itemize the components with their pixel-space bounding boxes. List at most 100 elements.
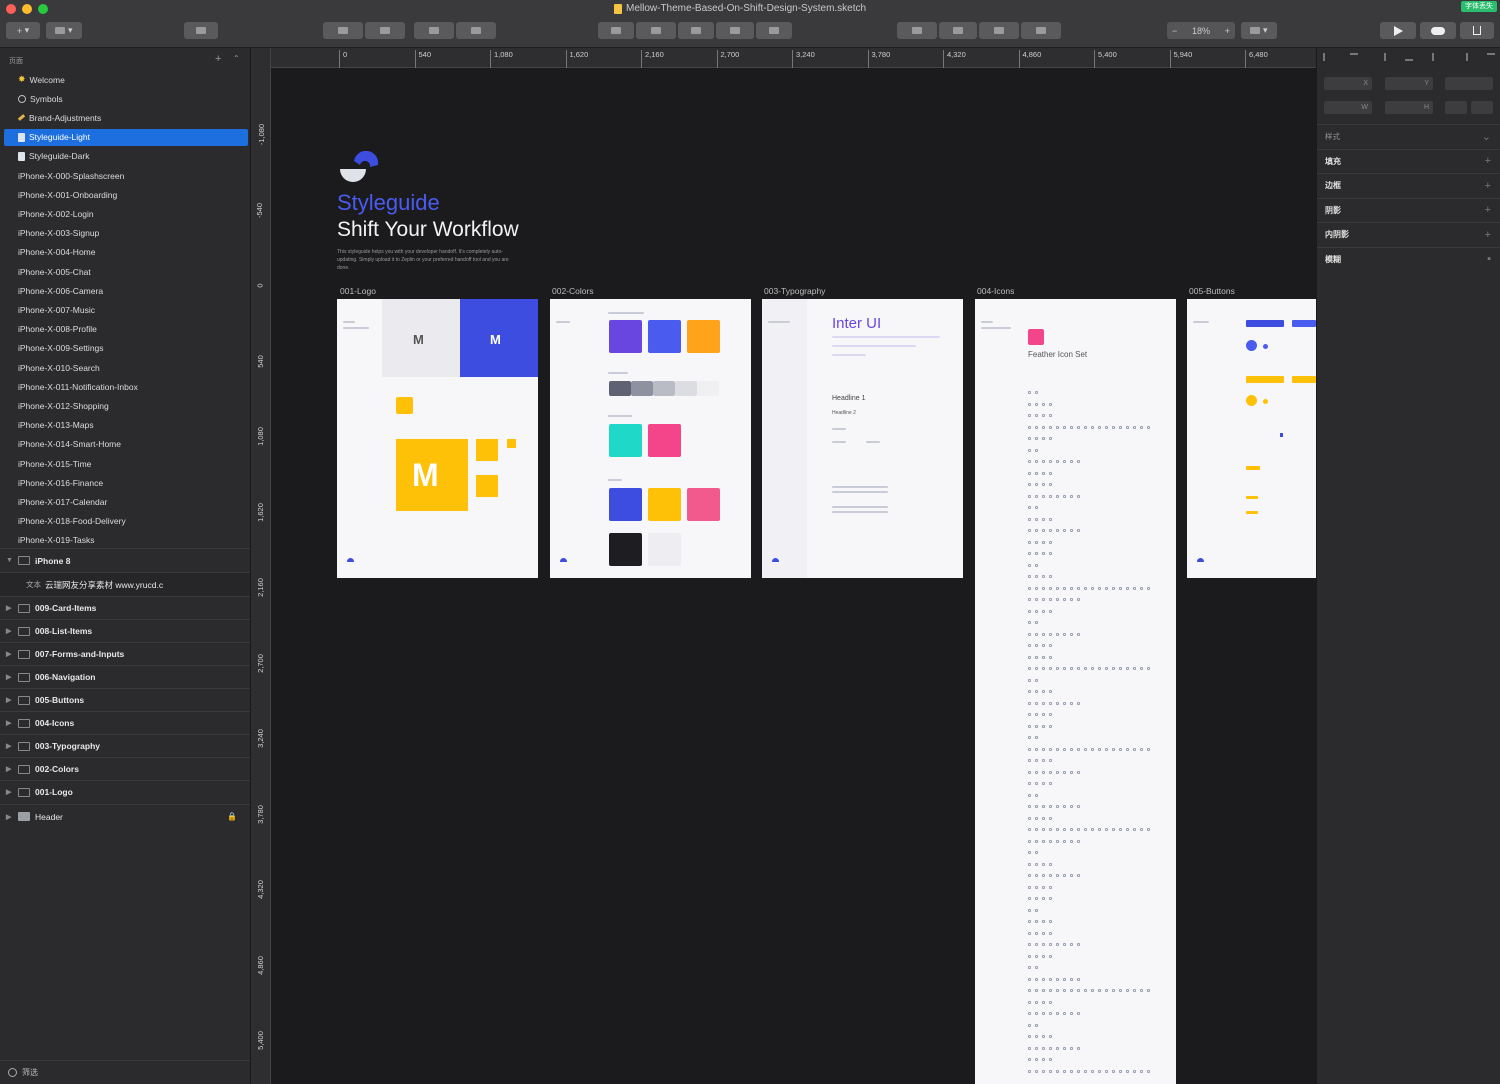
- swatch-purple[interactable]: [609, 320, 642, 353]
- page-item[interactable]: iPhone-X-009-Settings: [4, 340, 248, 357]
- fab-button-sample[interactable]: [1246, 340, 1257, 351]
- add-icon[interactable]: +: [1485, 155, 1491, 167]
- inspector-section[interactable]: 阴影 +: [1317, 197, 1500, 222]
- align-middle-icon[interactable]: [1432, 53, 1440, 61]
- artboard-label-logo[interactable]: 001-Logo: [340, 286, 376, 296]
- maximize-window-button[interactable]: [38, 4, 48, 14]
- layer-group-iphone-8[interactable]: ▼ iPhone 8: [0, 548, 250, 572]
- page-item[interactable]: iPhone-X-018-Food-Delivery: [4, 513, 248, 530]
- page-item[interactable]: Symbols: [4, 90, 248, 107]
- artboard-label-icons[interactable]: 004-Icons: [977, 286, 1014, 296]
- page-item[interactable]: iPhone-X-006-Camera: [4, 282, 248, 299]
- cloud-button[interactable]: [1420, 22, 1456, 39]
- align-top-icon[interactable]: [1404, 53, 1413, 61]
- transform-button[interactable]: [456, 22, 496, 39]
- flip-vertical-button[interactable]: [1471, 101, 1493, 114]
- group-button[interactable]: [323, 22, 363, 39]
- swatch-orange[interactable]: [687, 320, 720, 353]
- layer-artboard[interactable]: ▶ 003-Typography: [0, 734, 250, 757]
- artboard-label-buttons[interactable]: 005-Buttons: [1189, 286, 1235, 296]
- layer-artboard[interactable]: ▶ 002-Colors: [0, 757, 250, 780]
- swatch-teal[interactable]: [609, 424, 642, 457]
- page-item[interactable]: Brand-Adjustments: [4, 109, 248, 126]
- filter-bar[interactable]: 筛选: [0, 1060, 250, 1084]
- vertical-ruler[interactable]: -1,080 -540 0 540 1,080 1,620 2,160 2,700 3,240 3…: [251, 48, 271, 1084]
- layer-artboard[interactable]: ▶ 001-Logo: [0, 780, 250, 803]
- inspector-section[interactable]: 边框 +: [1317, 173, 1500, 197]
- subtract-button[interactable]: [939, 22, 977, 39]
- flatten-button[interactable]: [636, 22, 676, 39]
- export-button[interactable]: [1460, 22, 1494, 39]
- page-item[interactable]: ✸ Welcome: [4, 71, 248, 88]
- page-item[interactable]: iPhone-X-000-Splashscreen: [4, 167, 248, 184]
- gradient-yellow[interactable]: [648, 488, 681, 521]
- minimize-window-button[interactable]: [22, 4, 32, 14]
- layer-text-item[interactable]: 文本 云瑞网友分享素材 www.yrucd.c: [0, 572, 250, 596]
- page-item[interactable]: iPhone-X-007-Music: [4, 301, 248, 318]
- inspector-section[interactable]: 样式 ⌄: [1317, 124, 1500, 148]
- ungroup-button[interactable]: [365, 22, 405, 39]
- vector-button[interactable]: [756, 22, 792, 39]
- artboard-buttons[interactable]: [1187, 299, 1316, 578]
- artboard-label-colors[interactable]: 002-Colors: [552, 286, 594, 296]
- page-item[interactable]: Styleguide-Light: [4, 128, 248, 146]
- page-item[interactable]: iPhone-X-003-Signup: [4, 225, 248, 242]
- primary-button-sample[interactable]: [1246, 320, 1284, 327]
- y-field[interactable]: Y: [1385, 77, 1433, 90]
- mask-button[interactable]: [678, 22, 714, 39]
- forward-button[interactable]: [184, 22, 218, 39]
- create-symbol-button[interactable]: ▾: [46, 22, 82, 39]
- disclosure-open-icon[interactable]: ▼: [6, 557, 16, 564]
- layer-artboard[interactable]: ▶ 005-Buttons: [0, 688, 250, 711]
- add-page-button[interactable]: +: [215, 53, 221, 65]
- lock-icon[interactable]: 🔒: [227, 812, 237, 821]
- page-item[interactable]: iPhone-X-011-Notification-Inbox: [4, 378, 248, 395]
- horizontal-ruler[interactable]: 0 540 1,080 1,620 2,160 2,700 3,240 3,780 4,320 4…: [271, 48, 1316, 68]
- disclosure-closed-icon[interactable]: ▶: [6, 765, 16, 773]
- inspector-section[interactable]: 填充 +: [1317, 148, 1500, 173]
- page-item[interactable]: iPhone-X-013-Maps: [4, 417, 248, 434]
- layer-artboard[interactable]: ▶ 008-List-Items: [0, 619, 250, 642]
- missing-fonts-badge[interactable]: 字体丢失: [1461, 1, 1497, 12]
- align-center-icon[interactable]: [1350, 53, 1359, 61]
- zoom-in-button[interactable]: +: [1225, 26, 1230, 36]
- layer-artboard[interactable]: ▶ 007-Forms-and-Inputs: [0, 642, 250, 665]
- add-icon[interactable]: +: [1485, 180, 1491, 192]
- artboard-colors[interactable]: [550, 299, 751, 578]
- add-icon[interactable]: +: [1485, 229, 1491, 241]
- inspector-section[interactable]: 模糊 ▪: [1317, 246, 1500, 271]
- inspector-section[interactable]: 内阴影 +: [1317, 222, 1500, 246]
- artboard-label-typography[interactable]: 003-Typography: [764, 286, 825, 296]
- page-item[interactable]: iPhone-X-014-Smart-Home: [4, 436, 248, 453]
- gradient-pink[interactable]: [687, 488, 720, 521]
- artboard-logo[interactable]: M M M: [337, 299, 538, 578]
- page-item[interactable]: iPhone-X-001-Onboarding: [4, 186, 248, 203]
- layer-artboard[interactable]: ▶ 009-Card-Items: [0, 596, 250, 619]
- flip-button[interactable]: [1445, 101, 1467, 114]
- distribute-icon[interactable]: [1486, 53, 1495, 61]
- page-item[interactable]: iPhone-X-016-Finance: [4, 474, 248, 491]
- chevron-down-icon[interactable]: ⌄: [1482, 130, 1491, 143]
- page-item[interactable]: Styleguide-Dark: [4, 148, 248, 165]
- artboard-icons[interactable]: Feather Icon Set: [975, 299, 1176, 1084]
- disclosure-closed-icon[interactable]: ▶: [6, 696, 16, 704]
- rotation-field[interactable]: [1445, 77, 1493, 90]
- page-item[interactable]: iPhone-X-010-Search: [4, 359, 248, 376]
- add-icon[interactable]: ▪: [1487, 253, 1491, 265]
- artboard-typography[interactable]: Inter UI Headline 1 Headline 2: [762, 299, 963, 578]
- align-left-icon[interactable]: [1323, 53, 1331, 61]
- page-item[interactable]: iPhone-X-005-Chat: [4, 263, 248, 280]
- disclosure-closed-icon[interactable]: ▶: [6, 604, 16, 612]
- difference-button[interactable]: [1021, 22, 1061, 39]
- layer-folder-header[interactable]: ▶ Header 🔒: [0, 804, 250, 828]
- preview-button[interactable]: [1380, 22, 1416, 39]
- close-window-button[interactable]: [6, 4, 16, 14]
- page-item[interactable]: iPhone-X-015-Time: [4, 455, 248, 472]
- page-item[interactable]: iPhone-X-004-Home: [4, 244, 248, 261]
- disclosure-closed-icon[interactable]: ▶: [6, 788, 16, 796]
- view-button[interactable]: ▾: [1241, 22, 1277, 39]
- zoom-control[interactable]: − 18% +: [1167, 22, 1235, 39]
- disclosure-closed-icon[interactable]: ▶: [6, 627, 16, 635]
- edit-button[interactable]: [414, 22, 454, 39]
- insert-button[interactable]: + ▾: [6, 22, 40, 39]
